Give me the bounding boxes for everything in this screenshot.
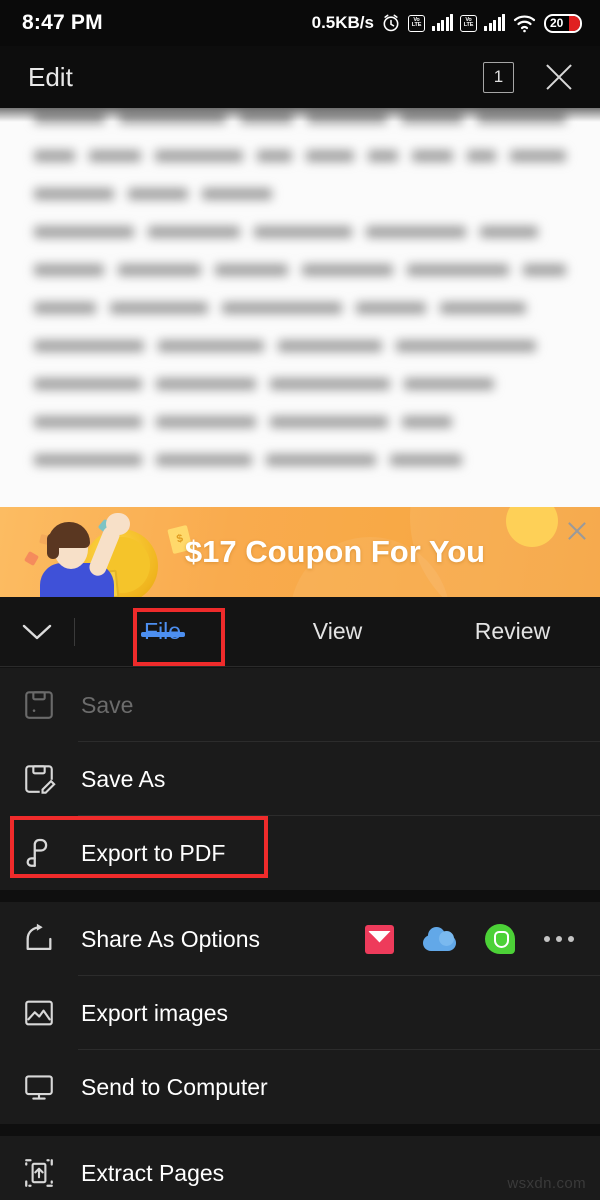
menu-item-extract-pages-label: Extract Pages [81,1159,225,1186]
coupon-banner-text: $17 Coupon For You [184,534,486,569]
tab-count-button[interactable]: 1 [483,61,514,93]
document-blurred-text [0,108,600,466]
share-target-list [365,924,600,954]
cloud-icon[interactable] [423,927,456,951]
menu-item-export-to-pdf-label: Export to PDF [81,839,226,866]
menu-item-share-as-options[interactable]: Share As Options [0,902,600,976]
banner-close-icon[interactable] [566,520,588,542]
share-icon [22,922,78,956]
menu-item-save[interactable]: Save [0,668,600,742]
watermark: wsxdn.com [507,1175,586,1192]
floppy-disk-edit-icon [22,762,78,796]
whatsapp-icon[interactable] [485,924,515,954]
monitor-icon [22,1070,78,1104]
menu-item-save-as[interactable]: Save As [0,742,600,816]
menu-item-export-images[interactable]: Export images [0,976,600,1050]
file-menu: Save Save As Export to PDF Share As Opti… [0,668,600,1200]
status-indicators: 0.5KB/s Vo LTE Vo LTE 20 [312,13,582,33]
document-top-shadow [0,108,600,122]
menu-item-send-to-computer-label: Send to Computer [81,1073,268,1100]
tab-review-label: Review [474,618,551,644]
alarm-clock-icon [381,13,401,33]
sim1-signal-icon [432,14,453,31]
sim2-signal-icon [484,14,505,31]
tab-file[interactable]: File [75,618,250,645]
coupon-banner[interactable]: $ $17 Coupon For You [0,507,600,597]
menu-item-export-to-pdf[interactable]: Export to PDF [0,816,600,890]
tab-review[interactable]: Review [425,618,600,645]
document-preview[interactable] [0,108,600,507]
battery-level: 20 [550,16,564,30]
menu-group-separator [0,890,600,902]
close-icon[interactable] [544,62,574,92]
ribbon-tab-bar: File View Review [0,597,600,667]
chevron-down-icon[interactable] [0,622,74,642]
extract-pages-icon [22,1156,78,1190]
tab-view[interactable]: View [250,618,425,645]
tab-active-underline [140,632,185,637]
menu-item-save-label: Save [81,691,134,718]
status-time: 8:47 PM [22,11,103,34]
menu-item-save-as-label: Save As [81,765,166,792]
more-options-icon[interactable] [544,936,574,942]
battery-indicator: 20 [544,13,582,33]
status-bar: 8:47 PM 0.5KB/s Vo LTE Vo LTE 20 [0,0,600,46]
menu-item-send-to-computer[interactable]: Send to Computer [0,1050,600,1124]
sim1-volte-icon: Vo LTE [408,14,425,32]
network-speed: 0.5KB/s [311,13,374,32]
menu-group-separator [0,1124,600,1136]
sim2-volte-icon: Vo LTE [460,14,477,32]
image-icon [22,996,78,1030]
wifi-icon [512,13,537,33]
pdf-icon [22,836,78,870]
page-title: Edit [28,61,73,92]
gmail-icon[interactable] [365,924,394,954]
tab-view-label: View [312,618,363,644]
phone-screen: 8:47 PM 0.5KB/s Vo LTE Vo LTE 20 Edit 1 … [0,0,600,1200]
menu-item-export-images-label: Export images [81,999,229,1026]
app-toolbar: Edit 1 [0,46,600,108]
menu-item-share-as-options-label: Share As Options [81,925,260,952]
floppy-disk-icon [22,688,78,722]
